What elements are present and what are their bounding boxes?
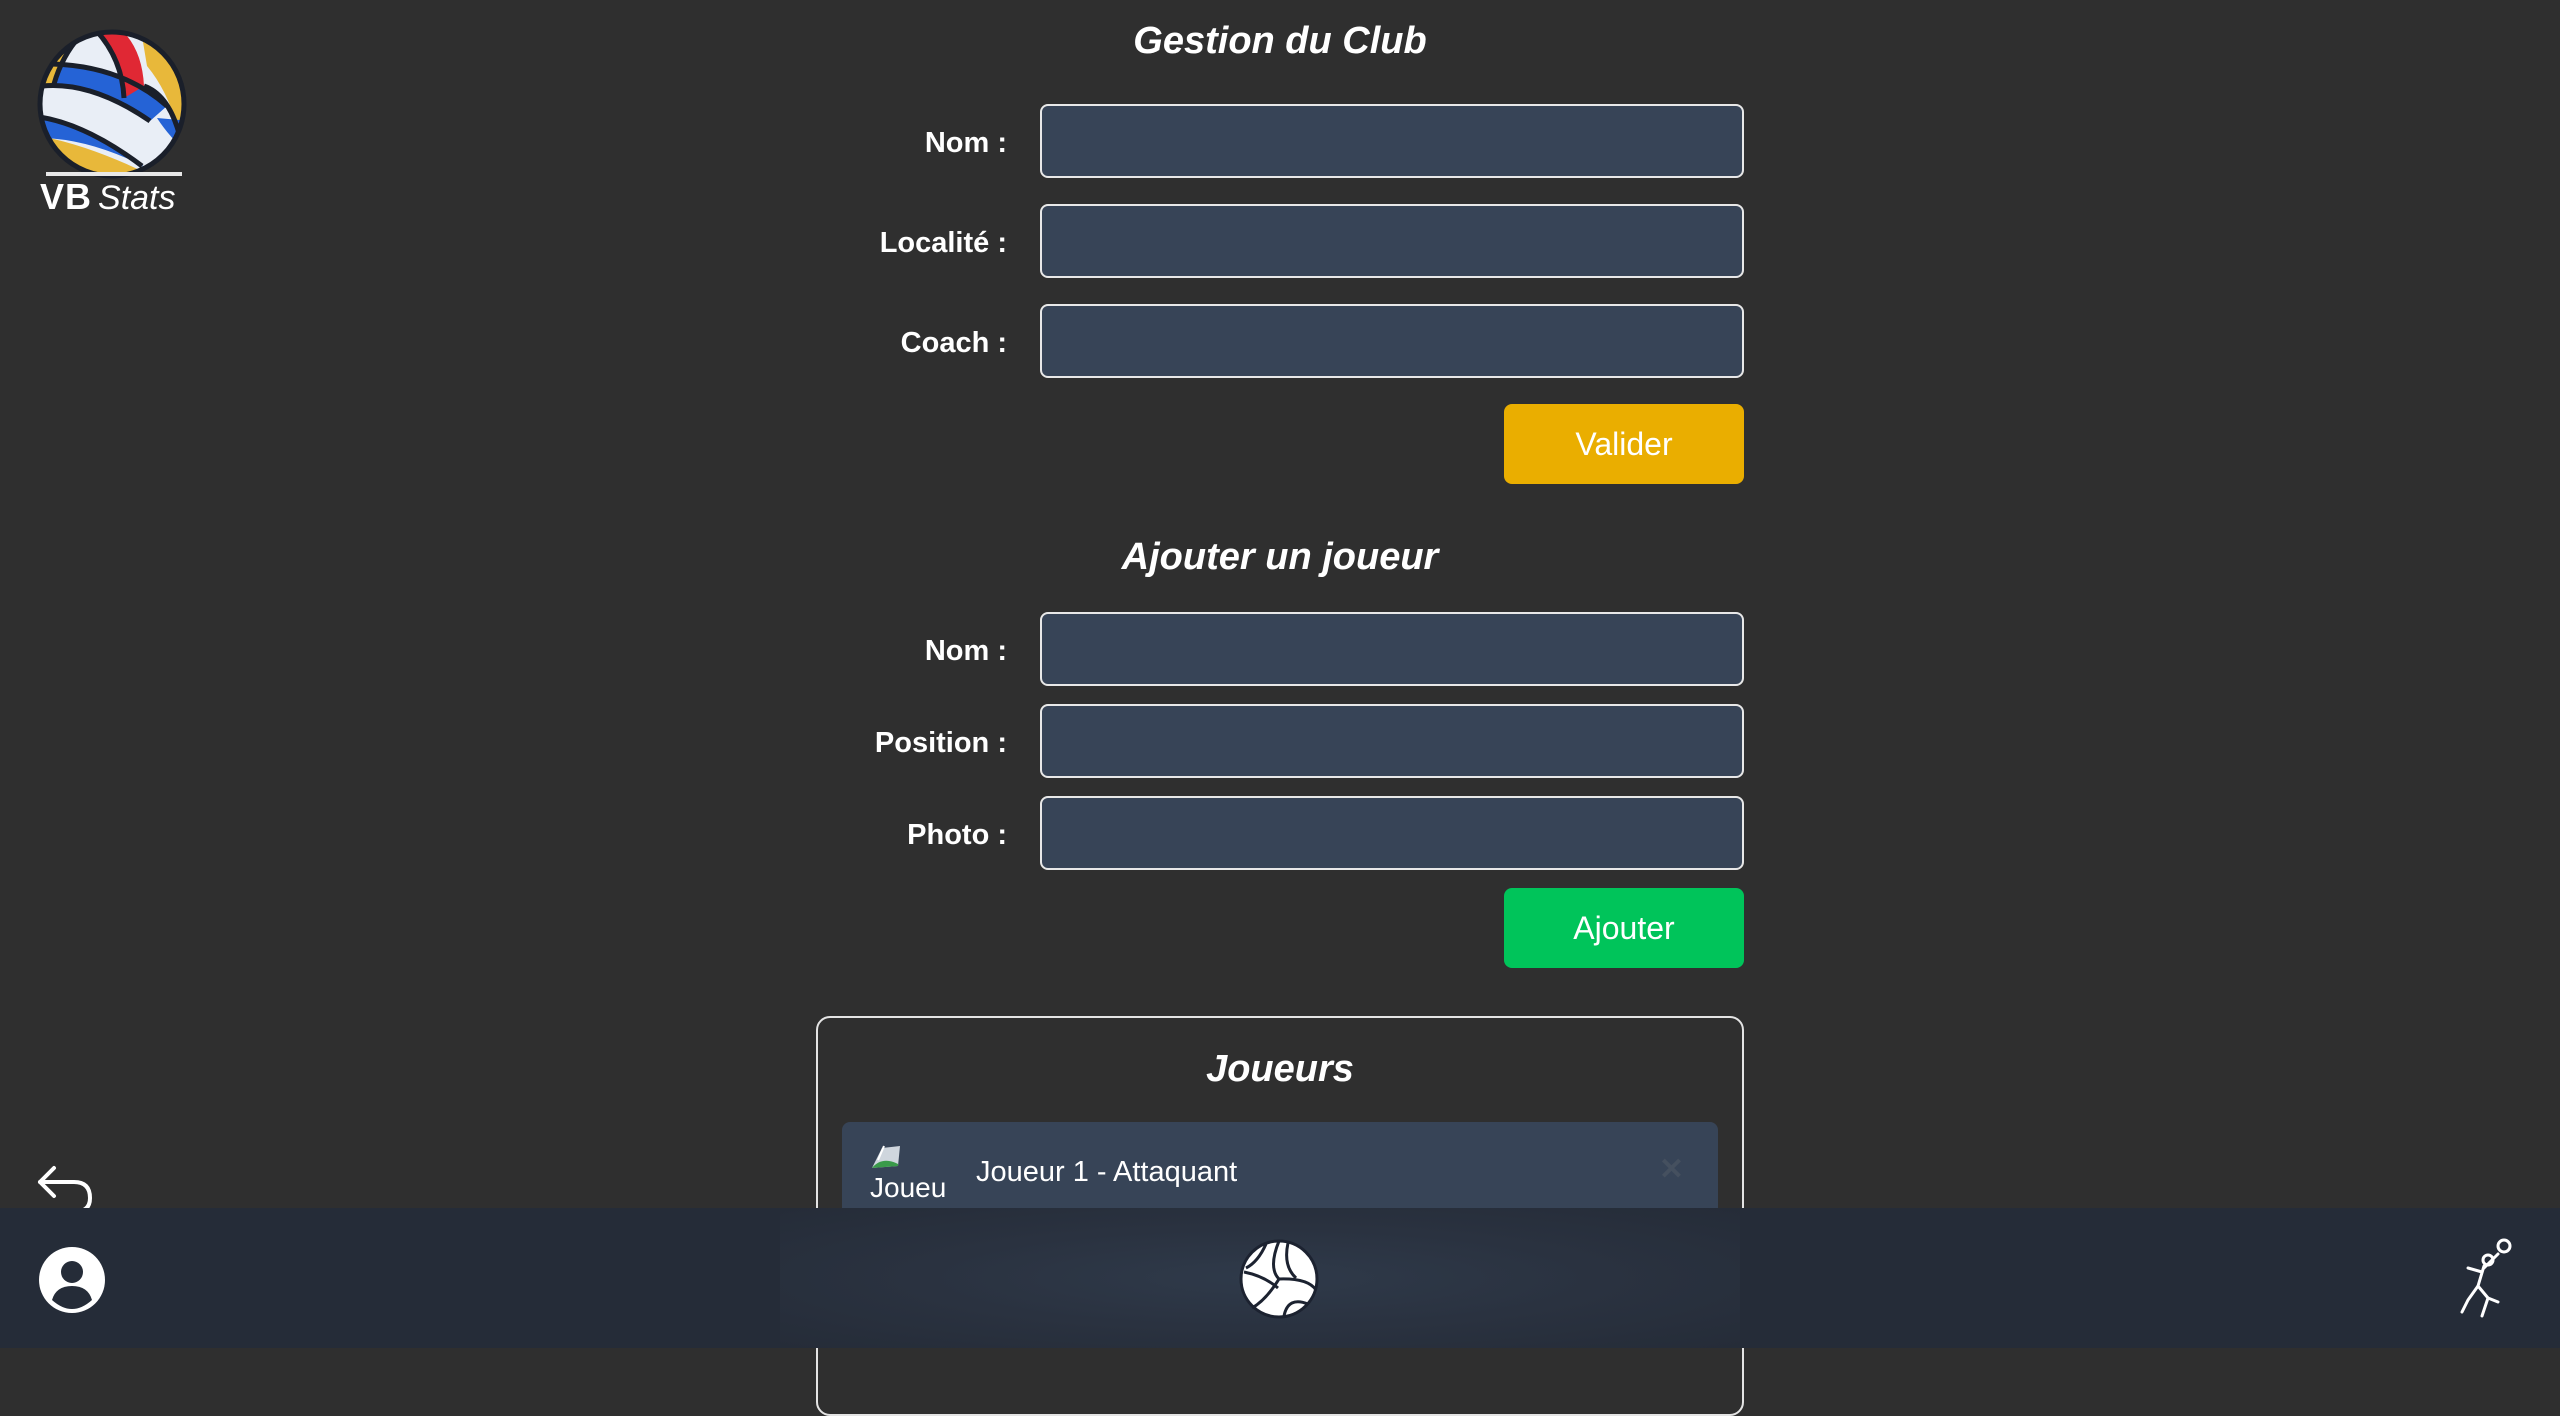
user-icon[interactable] <box>38 1246 106 1314</box>
club-locality-label: Localité : <box>879 227 1007 259</box>
add-player-section-title: Ajouter un joueur <box>1121 536 1439 578</box>
volleyball-icon[interactable] <box>1238 1238 1320 1320</box>
volleyball-player-icon[interactable] <box>2458 1238 2518 1320</box>
club-name-row: Nom : <box>0 104 2560 182</box>
player-photo-label: Photo : <box>907 819 1007 851</box>
club-name-label: Nom : <box>924 127 1007 159</box>
player-position-row: Position : <box>0 704 2560 782</box>
club-locality-row: Localité : <box>0 204 2560 282</box>
player-photo: Joueu <box>870 1142 950 1212</box>
club-coach-input[interactable] <box>1040 304 1744 378</box>
players-list-title: Joueurs <box>1206 1048 1354 1090</box>
broken-image-icon <box>872 1145 900 1168</box>
club-section-title: Gestion du Club <box>1133 20 1427 62</box>
bottom-nav-bar <box>0 1208 2560 1348</box>
player-position-label: Position : <box>874 727 1007 759</box>
close-icon[interactable]: ✕ <box>1659 1152 1684 1187</box>
player-name-text: Joueur 1 - Attaquant <box>976 1156 1238 1188</box>
player-photo-alt: Joueu <box>870 1172 947 1203</box>
club-coach-row: Coach : <box>0 304 2560 382</box>
player-name-label: Nom : <box>924 635 1007 667</box>
club-coach-label: Coach : <box>900 327 1007 359</box>
add-player-button[interactable]: Ajouter <box>1504 888 1744 968</box>
player-name-row: Nom : <box>0 612 2560 690</box>
club-name-input[interactable] <box>1040 104 1744 178</box>
validate-button[interactable]: Valider <box>1504 404 1744 484</box>
player-position-input[interactable] <box>1040 704 1744 778</box>
player-photo-row: Photo : <box>0 796 2560 874</box>
player-name-input[interactable] <box>1040 612 1744 686</box>
club-locality-input[interactable] <box>1040 204 1744 278</box>
player-photo-input[interactable] <box>1040 796 1744 870</box>
